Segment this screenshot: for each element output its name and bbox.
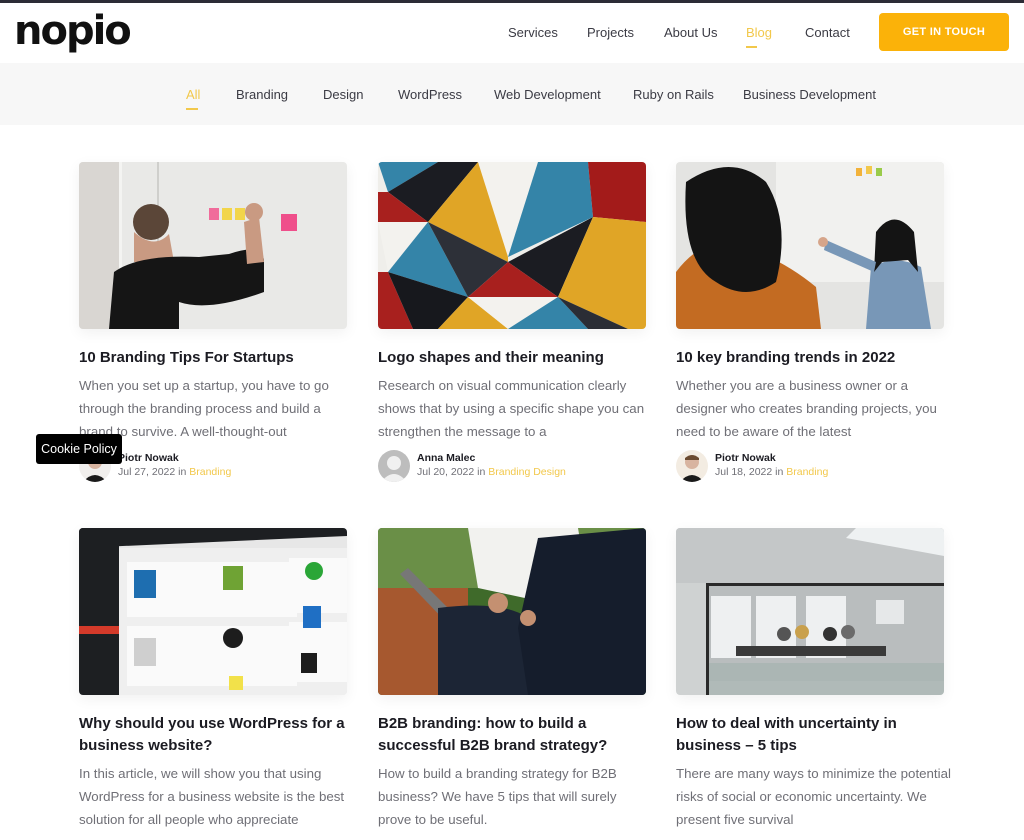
nav-about-us[interactable]: About Us [664,25,717,40]
post-category-link[interactable]: Branding [786,466,828,478]
post-meta: Anna Malec Jul 20, 2022 in Branding Desi… [378,450,648,484]
nav-projects[interactable]: Projects [587,25,634,40]
category-filter-bar: All Branding Design WordPress Web Develo… [0,63,1024,125]
post-in: in [477,466,486,478]
post-author[interactable]: Piotr Nowak [118,452,179,464]
filter-branding[interactable]: Branding [236,87,288,102]
nav-contact[interactable]: Contact [805,25,850,40]
geometric-triangles-photo[interactable] [378,162,646,329]
nav-blog[interactable]: Blog [746,25,772,48]
post-title[interactable]: 10 key branding trends in 2022 [676,347,951,369]
default-avatar [378,450,410,482]
post-date: Jul 20, 2022 [417,466,475,478]
business-tablet-photo[interactable] [378,528,646,695]
post-excerpt: In this article, we will show you that u… [79,766,345,827]
post-category-link[interactable]: Branding Design [488,466,566,478]
filter-all[interactable]: All [186,87,200,110]
post-date-line: Jul 20, 2022 in Branding Design [417,466,566,478]
piotr-avatar [676,450,708,482]
post-in: in [775,466,784,478]
man-sticky-notes-photo[interactable] [79,162,347,329]
post-meta: Piotr Nowak Jul 18, 2022 in Branding [676,450,946,484]
nopio-logo[interactable]: nopio [14,9,132,53]
post-date-line: Jul 18, 2022 in Branding [715,466,828,478]
post-title[interactable]: B2B branding: how to build a successful … [378,713,653,757]
filter-ruby-on-rails[interactable]: Ruby on Rails [633,87,714,102]
wordpress-plugins-screen-photo[interactable] [79,528,347,695]
filter-wordpress[interactable]: WordPress [398,87,462,102]
post-excerpt: How to build a branding strategy for B2B… [378,766,617,827]
filter-business-development[interactable]: Business Development [743,87,876,102]
filter-design[interactable]: Design [323,87,363,102]
post-title[interactable]: How to deal with uncertainty in business… [676,713,951,757]
get-in-touch-button[interactable]: GET IN TOUCH [879,13,1009,51]
post-date: Jul 18, 2022 [715,466,773,478]
post-category-link[interactable]: Branding [189,466,231,478]
post-excerpt: Whether you are a business owner or a de… [676,378,937,439]
site-header: nopio Services Projects About Us Blog Co… [0,3,1024,63]
whiteboard-women-photo[interactable] [676,162,944,329]
office-meeting-room-photo[interactable] [676,528,944,695]
cookie-policy-button[interactable]: Cookie Policy [36,434,122,464]
post-excerpt: Research on visual communication clearly… [378,378,645,439]
post-excerpt: When you set up a startup, you have to g… [79,378,329,439]
post-date-line: Jul 27, 2022 in Branding [118,466,231,478]
post-in: in [178,466,187,478]
post-date: Jul 27, 2022 [118,466,176,478]
post-author[interactable]: Anna Malec [417,452,475,464]
post-excerpt: There are many ways to minimize the pote… [676,766,951,827]
post-title[interactable]: 10 Branding Tips For Startups [79,347,354,369]
post-title[interactable]: Why should you use WordPress for a busin… [79,713,354,757]
post-title[interactable]: Logo shapes and their meaning [378,347,653,369]
nav-services[interactable]: Services [508,25,558,40]
post-author[interactable]: Piotr Nowak [715,452,776,464]
filter-web-development[interactable]: Web Development [494,87,601,102]
